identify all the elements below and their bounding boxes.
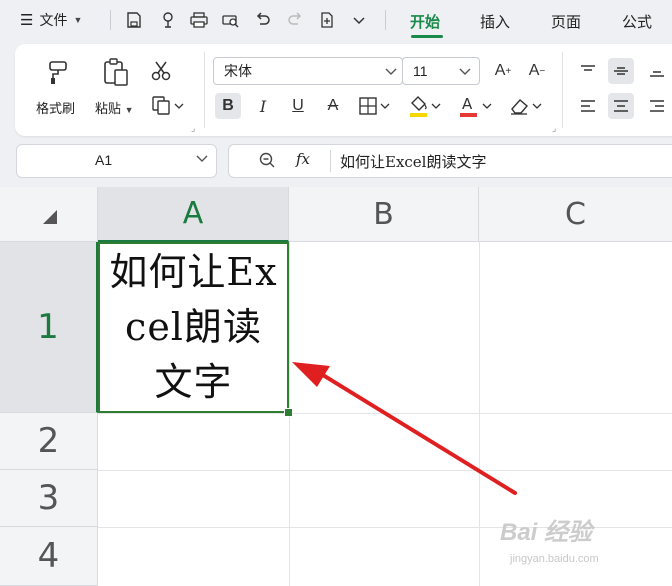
annotation-arrow: [292, 362, 517, 495]
watermark-logo: Bai 经验: [500, 519, 593, 546]
watermark-url: jingyan.baidu.com: [510, 553, 599, 565]
